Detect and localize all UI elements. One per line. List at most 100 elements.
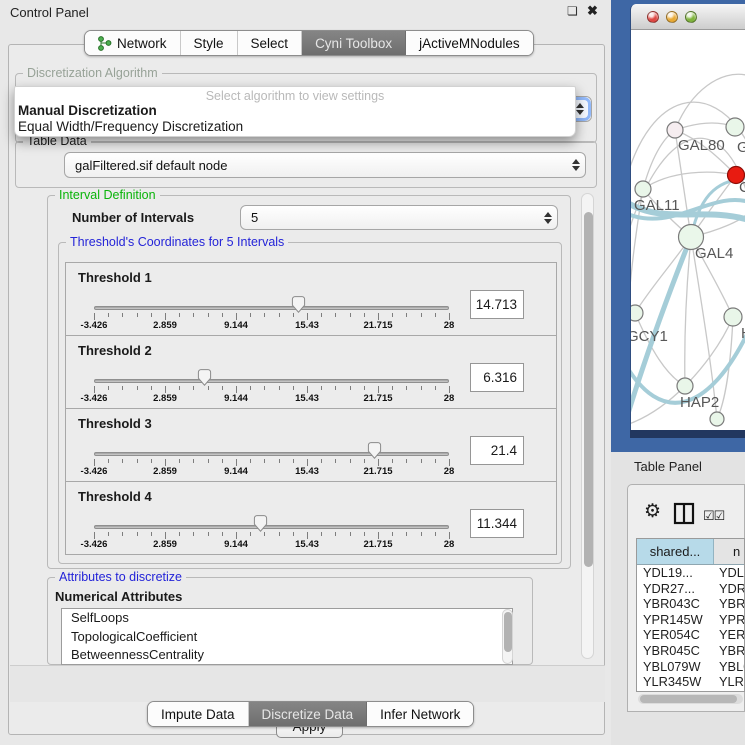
threshold-value-field[interactable]: 21.4 [470, 436, 524, 465]
table-row[interactable]: YBR043CYBR0 [637, 596, 744, 612]
tick-mark [435, 313, 436, 317]
tab-discretize-data[interactable]: Discretize Data [249, 702, 368, 726]
tick-mark [179, 386, 180, 390]
tick-label: 15.43 [295, 466, 319, 477]
tick-mark [264, 386, 265, 390]
column-layout-icon[interactable] [673, 502, 695, 525]
network-node[interactable] [710, 412, 724, 426]
attribute-list-item[interactable]: TopologicalCoefficient [62, 628, 512, 647]
table-row[interactable]: YBL079WYBL0 [637, 659, 744, 675]
network-window-titlebar[interactable] [631, 4, 745, 30]
tick-mark [392, 459, 393, 463]
slider-thumb[interactable] [367, 442, 382, 459]
tab-style[interactable]: Style [181, 31, 238, 55]
list-scrollbar[interactable] [502, 609, 513, 664]
network-node-h[interactable] [724, 308, 742, 326]
combo-stepper-icon[interactable] [572, 159, 580, 171]
table-row[interactable]: YIL052CYIL0 [637, 690, 744, 692]
network-node-gal11[interactable] [635, 181, 651, 197]
tick-mark [236, 313, 237, 320]
tab-cyni-toolbox[interactable]: Cyni Toolbox [302, 31, 406, 55]
panel-scrollbar[interactable] [581, 193, 594, 659]
tab-label: Impute Data [161, 707, 235, 722]
tick-mark [321, 532, 322, 536]
slider-track[interactable] [94, 452, 449, 456]
tick-mark [208, 386, 209, 390]
tick-mark [392, 386, 393, 390]
attribute-list-item[interactable]: SelfLoops [62, 609, 512, 628]
close-panel-icon[interactable]: ✖ [587, 3, 598, 19]
tab-impute-data[interactable]: Impute Data [148, 702, 249, 726]
numerical-attributes-list[interactable]: SelfLoopsTopologicalCoefficientBetweenne… [61, 608, 513, 665]
num-intervals-combobox[interactable]: 5 [240, 205, 558, 230]
tick-label: 28 [444, 320, 455, 331]
tick-mark [137, 386, 138, 390]
tick-mark [108, 532, 109, 536]
checkbox-filter-icons[interactable]: ☑☑ [703, 508, 724, 524]
tick-label: 9.144 [224, 320, 248, 331]
table-row[interactable]: YBR045CYBR0 [637, 643, 744, 659]
column-header-shared-name[interactable]: shared... [637, 539, 714, 564]
network-node-gcy1[interactable] [631, 305, 643, 321]
tick-mark [193, 313, 194, 317]
tick-mark [421, 313, 422, 317]
tick-label: -3.426 [81, 466, 108, 477]
slider-track[interactable] [94, 306, 449, 310]
table-hscrollbar-thumb[interactable] [640, 695, 737, 703]
cell-name: YDR2 [714, 581, 744, 597]
slider-thumb[interactable] [197, 369, 212, 386]
tick-mark [307, 386, 308, 393]
gear-icon[interactable]: ⚙ [644, 500, 661, 523]
tick-mark [449, 532, 450, 539]
attribute-list-item[interactable]: BetweennessCentrality [62, 646, 512, 665]
network-node-gal80[interactable] [667, 122, 683, 138]
zoom-traffic-light-icon[interactable] [685, 11, 697, 23]
popup-item-equal-width-frequency[interactable]: Equal Width/Frequency Discretization [15, 119, 575, 135]
table-row[interactable]: YDR27...YDR2 [637, 581, 744, 597]
float-panel-icon[interactable]: ❏ [567, 4, 578, 18]
network-canvas[interactable]: GAL80GCGAL11GAL4GCY1HHAP2 [631, 30, 745, 430]
slider-thumb[interactable] [291, 296, 306, 313]
slider-track[interactable] [94, 379, 449, 383]
table-data-combobox[interactable]: galFiltered.sif default node [64, 152, 586, 178]
minimize-traffic-light-icon[interactable] [666, 11, 678, 23]
table-horizontal-scrollbar[interactable] [638, 694, 743, 704]
threshold-value-field[interactable]: 6.316 [470, 363, 524, 392]
tick-mark [250, 532, 251, 536]
cell-shared-name: YBL079W [637, 659, 714, 675]
table-row[interactable]: YDL19...YDL1 [637, 565, 744, 581]
tab-jactivemnodules[interactable]: jActiveMNodules [406, 31, 533, 55]
slider-track[interactable] [94, 525, 449, 529]
tab-label: Infer Network [380, 707, 460, 722]
cell-name: YDL1 [714, 565, 744, 581]
num-intervals-value: 5 [251, 210, 258, 225]
table-row[interactable]: YLR345WYLR3 [637, 674, 744, 690]
tab-label: jActiveMNodules [419, 36, 520, 51]
tab-select[interactable]: Select [238, 31, 303, 55]
table-row[interactable]: YER054CYER0 [637, 627, 744, 643]
tab-network[interactable]: Network [85, 31, 181, 55]
tick-mark [293, 313, 294, 317]
network-node-hap2[interactable] [677, 378, 693, 394]
column-header-name[interactable]: n [714, 539, 744, 564]
threshold-value-field[interactable]: 14.713 [470, 290, 524, 319]
slider-thumb[interactable] [253, 515, 268, 532]
threshold-value-field[interactable]: 11.344 [470, 509, 524, 538]
popup-item-manual-discretization[interactable]: Manual Discretization [15, 103, 575, 119]
tick-mark [165, 459, 166, 466]
tick-mark [165, 313, 166, 320]
list-scrollbar-thumb[interactable] [504, 612, 512, 652]
node-table[interactable]: shared... n YDL19...YDL1YDR27...YDR2YBR0… [636, 538, 745, 692]
table-row[interactable]: YPR145WYPR1 [637, 612, 744, 628]
interval-definition-title: Interval Definition [55, 188, 160, 202]
network-node-g[interactable] [726, 118, 744, 136]
threshold-row: Threshold 3-3.4262.8599.14415.4321.71528… [65, 408, 557, 482]
tick-mark [151, 459, 152, 463]
popup-placeholder: Select algorithm to view settings [15, 87, 575, 103]
panel-scrollbar-thumb[interactable] [584, 212, 593, 567]
num-intervals-label: Number of Intervals [72, 210, 194, 225]
tick-mark [236, 386, 237, 393]
combo-stepper-icon[interactable] [544, 212, 552, 224]
close-traffic-light-icon[interactable] [647, 11, 659, 23]
tab-infer-network[interactable]: Infer Network [367, 702, 473, 726]
